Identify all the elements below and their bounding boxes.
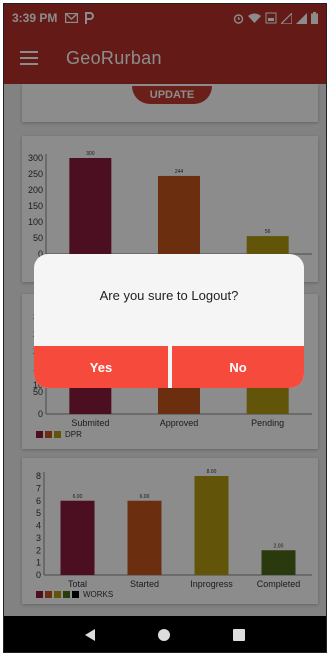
home-icon[interactable]: [157, 629, 170, 641]
logout-dialog: Are you sure to Logout? Yes No: [34, 254, 304, 388]
navigation-bar: [4, 616, 326, 652]
no-button[interactable]: No: [172, 346, 304, 388]
yes-button[interactable]: Yes: [34, 346, 168, 388]
back-icon[interactable]: [85, 629, 96, 641]
recents-icon[interactable]: [232, 629, 245, 641]
phone-screen: 3:39 PM GeoRurban UPDATE 0 50 100 150 200 250…: [3, 3, 327, 653]
dialog-message: Are you sure to Logout?: [99, 288, 239, 303]
